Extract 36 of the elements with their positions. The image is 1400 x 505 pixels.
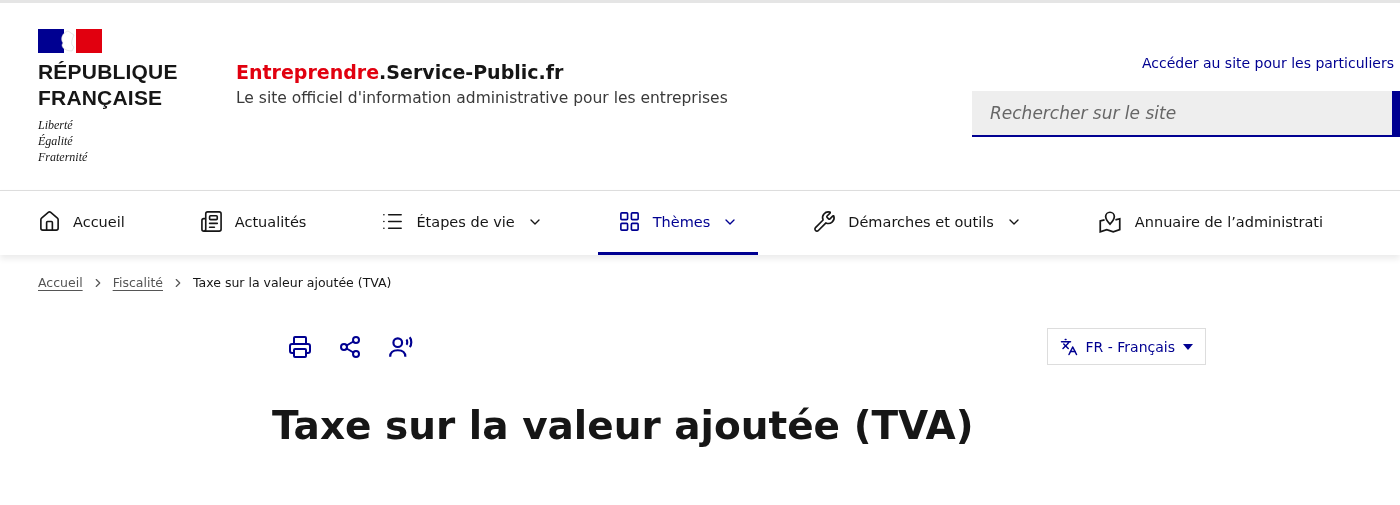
home-icon bbox=[38, 210, 61, 233]
map-pin-icon bbox=[1096, 208, 1123, 235]
caret-icon bbox=[1183, 343, 1193, 350]
print-icon[interactable] bbox=[288, 334, 312, 359]
search-field[interactable]: Rechercher sur le site bbox=[972, 91, 1392, 137]
nav-label: Accueil bbox=[73, 213, 125, 230]
breadcrumb-link[interactable]: Accueil bbox=[38, 275, 83, 290]
grid-icon bbox=[617, 210, 641, 233]
nav-label: Actualités bbox=[234, 213, 307, 230]
brand-name: RÉPUBLIQUE bbox=[38, 59, 179, 85]
translate-icon bbox=[1059, 337, 1078, 356]
motto-line: Fraternité bbox=[38, 149, 89, 165]
breadcrumb-link[interactable]: Fiscalité bbox=[112, 275, 163, 290]
particuliers-link[interactable]: Accéder au site pour les particuliers bbox=[1141, 55, 1394, 71]
nav-label: Démarches et outils bbox=[848, 213, 994, 230]
site-name[interactable]: Entreprendre.Service-Public.fr bbox=[236, 61, 728, 83]
nav-item[interactable]: Annuaire de l’administrati bbox=[1076, 191, 1344, 255]
newspaper-icon bbox=[199, 210, 223, 233]
nav-label: Annuaire de l’administrati bbox=[1134, 213, 1324, 230]
nav-item[interactable]: Thèmes bbox=[597, 191, 759, 255]
motto-line: Liberté bbox=[38, 117, 74, 133]
page-title: Taxe sur la valeur ajoutée (TVA) bbox=[272, 403, 975, 450]
marianne-flag-icon bbox=[38, 29, 102, 53]
wrench-icon bbox=[813, 210, 837, 233]
nav-item[interactable]: Étapes de vie bbox=[361, 191, 563, 255]
nav-label: Thèmes bbox=[652, 213, 711, 230]
nav-item[interactable]: Accueil bbox=[18, 191, 145, 255]
language-selector[interactable]: FR - Français bbox=[1046, 328, 1206, 365]
breadcrumb-current: Taxe sur la valeur ajoutée (TVA) bbox=[193, 275, 392, 290]
nav-item[interactable]: Actualités bbox=[179, 191, 327, 255]
brand-name: FRANÇAISE bbox=[38, 85, 164, 111]
site-tagline: Le site officiel d'information administrative pour les entreprises bbox=[236, 89, 728, 107]
share-icon[interactable] bbox=[338, 334, 362, 359]
motto-line: Égalité bbox=[38, 133, 74, 149]
nav-item[interactable]: Démarches et outils bbox=[793, 191, 1042, 255]
nav-label: Étapes de vie bbox=[416, 213, 515, 230]
